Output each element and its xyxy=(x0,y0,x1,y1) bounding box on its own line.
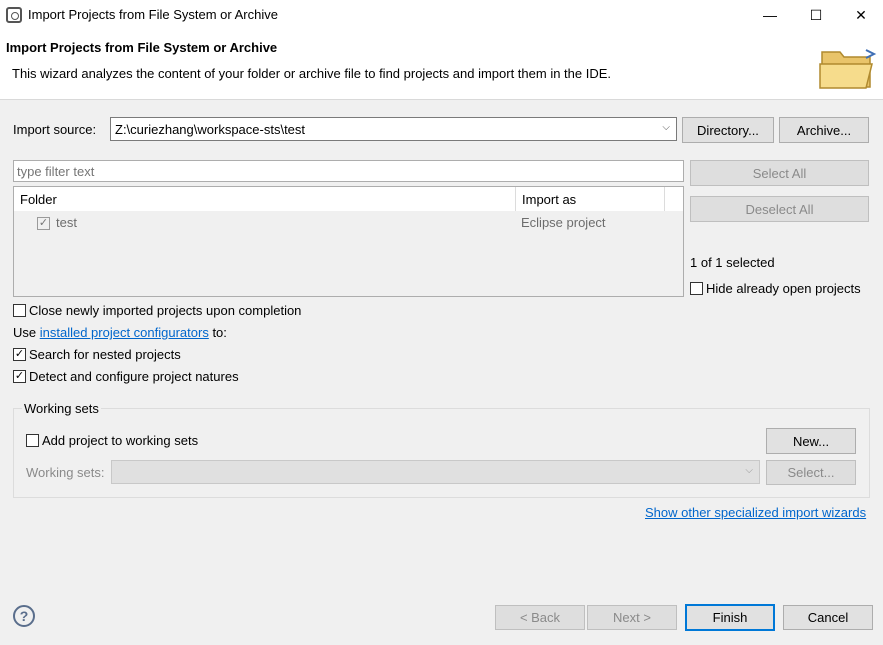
close-newly-checkbox[interactable] xyxy=(13,304,26,317)
configurators-line: Use installed project configurators to: xyxy=(13,325,227,340)
chevron-down-icon[interactable]: ⌵ xyxy=(662,122,670,133)
wizard-description: This wizard analyzes the content of your… xyxy=(12,66,612,81)
wizard-title: Import Projects from File System or Arch… xyxy=(6,40,278,55)
use-prefix: Use xyxy=(13,325,40,340)
working-sets-group xyxy=(13,408,870,498)
search-nested-checkbox[interactable]: ✓ xyxy=(13,348,26,361)
import-source-label: Import source: xyxy=(13,122,97,137)
import-source-value: Z:\curiezhang\workspace-sts\test xyxy=(115,121,306,137)
configurators-link[interactable]: installed project configurators xyxy=(40,325,209,340)
working-sets-label: Working sets: xyxy=(26,465,105,480)
hide-open-label[interactable]: Hide already open projects xyxy=(706,281,861,296)
other-wizards-link[interactable]: Show other specialized import wizards xyxy=(645,505,866,520)
finish-button[interactable]: Finish xyxy=(685,604,775,631)
cancel-button[interactable]: Cancel xyxy=(783,605,873,630)
detect-natures-label[interactable]: Detect and configure project natures xyxy=(29,369,239,384)
eclipse-icon xyxy=(6,7,22,23)
column-filler xyxy=(665,187,683,211)
archive-button[interactable]: Archive... xyxy=(779,117,869,143)
add-working-sets-label[interactable]: Add project to working sets xyxy=(42,433,198,448)
add-working-sets-checkbox[interactable] xyxy=(26,434,39,447)
new-working-set-button[interactable]: New... xyxy=(766,428,856,454)
select-all-button[interactable]: Select All xyxy=(690,160,869,186)
chevron-down-icon[interactable]: ⌵ xyxy=(745,465,753,476)
column-folder[interactable]: Folder xyxy=(14,187,516,211)
back-button[interactable]: < Back xyxy=(495,605,585,630)
detect-natures-checkbox[interactable]: ✓ xyxy=(13,370,26,383)
folder-open-icon xyxy=(819,49,877,89)
row-folder: test xyxy=(56,215,77,230)
working-sets-combo[interactable]: ⌵ xyxy=(111,460,760,484)
next-button[interactable]: Next > xyxy=(587,605,677,630)
close-button[interactable]: ✕ xyxy=(838,0,883,30)
table-row[interactable]: ✓ test Eclipse project xyxy=(14,211,683,233)
deselect-all-button[interactable]: Deselect All xyxy=(690,196,869,222)
projects-table: Folder Import as ✓ test Eclipse project xyxy=(13,186,684,297)
row-import-as: Eclipse project xyxy=(521,215,606,230)
use-suffix: to: xyxy=(208,325,227,340)
window-title: Import Projects from File System or Arch… xyxy=(28,7,278,22)
column-import-as[interactable]: Import as xyxy=(516,187,665,211)
select-working-sets-button[interactable]: Select... xyxy=(766,460,856,485)
minimize-button[interactable]: — xyxy=(747,0,793,30)
filter-input[interactable] xyxy=(13,160,684,182)
import-source-combo[interactable]: Z:\curiezhang\workspace-sts\test ⌵ xyxy=(110,117,677,141)
maximize-button[interactable]: ☐ xyxy=(793,0,839,30)
close-newly-label[interactable]: Close newly imported projects upon compl… xyxy=(29,303,301,318)
search-nested-label[interactable]: Search for nested projects xyxy=(29,347,181,362)
selected-count: 1 of 1 selected xyxy=(690,255,775,270)
directory-button[interactable]: Directory... xyxy=(682,117,774,143)
row-checkbox[interactable]: ✓ xyxy=(37,217,50,230)
help-icon[interactable]: ? xyxy=(13,605,35,627)
working-sets-group-label: Working sets xyxy=(22,401,101,416)
hide-open-checkbox[interactable] xyxy=(690,282,703,295)
